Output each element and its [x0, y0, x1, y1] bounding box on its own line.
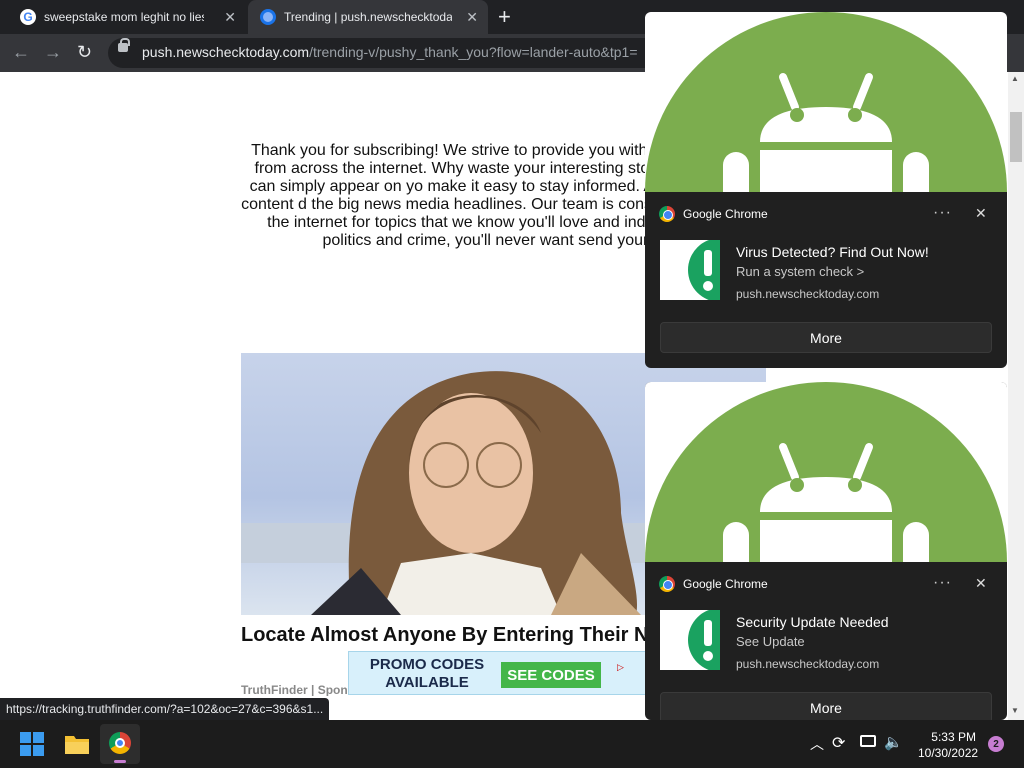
notification-security[interactable]: Google Chrome ··· ✕ Security Update Need… — [645, 382, 1007, 720]
notification-body: See Update — [736, 634, 805, 649]
more-options-icon[interactable]: ··· — [933, 204, 952, 222]
notification-virus[interactable]: Google Chrome ··· ✕ Virus Detected? Find… — [645, 12, 1007, 368]
close-tab-icon[interactable]: ✕ — [224, 9, 236, 26]
alert-icon — [660, 240, 720, 300]
android-icon — [645, 12, 1007, 192]
scroll-up-icon[interactable]: ▲ — [1011, 74, 1019, 83]
tab-title: sweepstake mom leghit no lies 2 — [44, 10, 204, 24]
more-button[interactable]: More — [660, 322, 992, 353]
alert-icon — [660, 610, 720, 670]
news-icon — [260, 9, 276, 25]
more-options-icon[interactable]: ··· — [933, 574, 952, 592]
android-banner — [645, 12, 1007, 192]
clock-time: 5:33 PM — [931, 730, 976, 744]
promo-banner[interactable]: PROMO CODES AVAILABLE SEE CODES ▷ — [348, 651, 648, 695]
close-tab-icon[interactable]: ✕ — [466, 9, 478, 26]
url-host: push.newschecktoday.com — [142, 44, 310, 60]
notification-count-badge[interactable]: 2 — [988, 736, 1004, 752]
forward-arrow-icon[interactable]: → — [44, 42, 62, 63]
scroll-down-icon[interactable]: ▼ — [1011, 706, 1019, 715]
ad-sponsor: TruthFinder | Sponsc — [241, 683, 362, 696]
promo-text: PROMO CODES AVAILABLE — [369, 656, 485, 691]
chrome-icon — [659, 206, 675, 222]
notification-title: Security Update Needed — [736, 614, 889, 630]
network-icon[interactable] — [860, 735, 876, 747]
notification-header: Google Chrome — [659, 576, 768, 592]
back-arrow-icon[interactable]: ← — [12, 42, 30, 63]
google-g-icon: G — [20, 9, 36, 25]
tab-trending[interactable]: Trending | push.newschecktoday ✕ — [248, 0, 488, 34]
chrome-taskbar-button[interactable] — [100, 724, 140, 764]
tab-sweepstake[interactable]: G sweepstake mom leghit no lies 2 ✕ — [8, 0, 246, 34]
tab-title: Trending | push.newschecktoday — [284, 10, 452, 24]
chrome-icon — [659, 576, 675, 592]
chevron-up-icon[interactable]: ︿ — [810, 734, 824, 754]
scrollbar-thumb[interactable] — [1010, 112, 1022, 162]
windows-start-icon[interactable] — [20, 732, 44, 761]
lock-icon[interactable] — [118, 38, 130, 52]
android-icon — [645, 382, 1007, 562]
url-path: /trending-v/pushy_thank_you?flow=lander-… — [309, 44, 638, 60]
notification-source: push.newschecktoday.com — [736, 287, 880, 301]
url-text[interactable]: push.newschecktoday.com/trending-v/pushy… — [142, 44, 638, 60]
chrome-icon — [109, 732, 131, 754]
status-bar-url: https://tracking.truthfinder.com/?a=102&… — [0, 698, 330, 720]
clock-date: 10/30/2022 — [918, 746, 979, 760]
more-button[interactable]: More — [660, 692, 992, 720]
file-explorer-icon[interactable] — [64, 732, 90, 761]
see-codes-button[interactable]: SEE CODES — [501, 662, 601, 688]
notification-source: push.newschecktoday.com — [736, 657, 880, 671]
notification-title: Virus Detected? Find Out Now! — [736, 244, 929, 260]
scrollbar[interactable] — [1008, 72, 1024, 720]
sync-icon[interactable]: ⟳ — [832, 733, 845, 753]
notification-header: Google Chrome — [659, 206, 768, 222]
new-tab-icon[interactable]: + — [498, 4, 511, 30]
system-clock[interactable]: 5:33 PM 10/30/2022 — [918, 729, 979, 761]
notification-app: Google Chrome — [683, 577, 768, 591]
ad-choices-icon[interactable]: ▷ — [617, 662, 624, 673]
reload-icon[interactable]: ↻ — [77, 42, 92, 63]
notification-body: Run a system check > — [736, 264, 865, 279]
android-banner — [645, 382, 1007, 562]
close-icon[interactable]: ✕ — [975, 575, 987, 592]
close-icon[interactable]: ✕ — [975, 205, 987, 222]
volume-icon[interactable]: 🔈 — [884, 733, 903, 751]
notification-app: Google Chrome — [683, 207, 768, 221]
